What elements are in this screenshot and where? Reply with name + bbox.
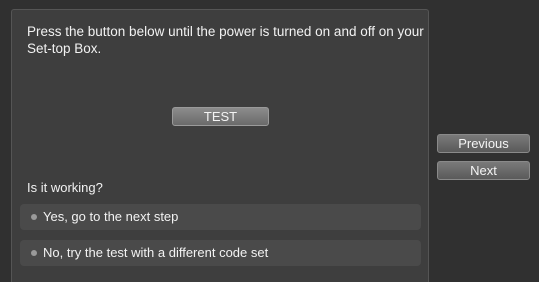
option-yes[interactable]: Yes, go to the next step xyxy=(20,204,421,230)
next-button[interactable]: Next xyxy=(437,161,530,180)
question-text: Is it working? xyxy=(27,180,103,195)
option-yes-label: Yes, go to the next step xyxy=(43,209,179,224)
previous-button[interactable]: Previous xyxy=(437,134,530,153)
setup-screen: Press the button below until the power i… xyxy=(0,0,539,282)
option-no[interactable]: No, try the test with a different code s… xyxy=(20,240,421,266)
main-panel: Press the button below until the power i… xyxy=(11,9,429,282)
test-button[interactable]: TEST xyxy=(172,107,269,126)
option-no-label: No, try the test with a different code s… xyxy=(43,245,269,260)
bullet-icon xyxy=(31,214,37,220)
instruction-text: Press the button below until the power i… xyxy=(27,24,424,56)
bullet-icon xyxy=(31,250,37,256)
